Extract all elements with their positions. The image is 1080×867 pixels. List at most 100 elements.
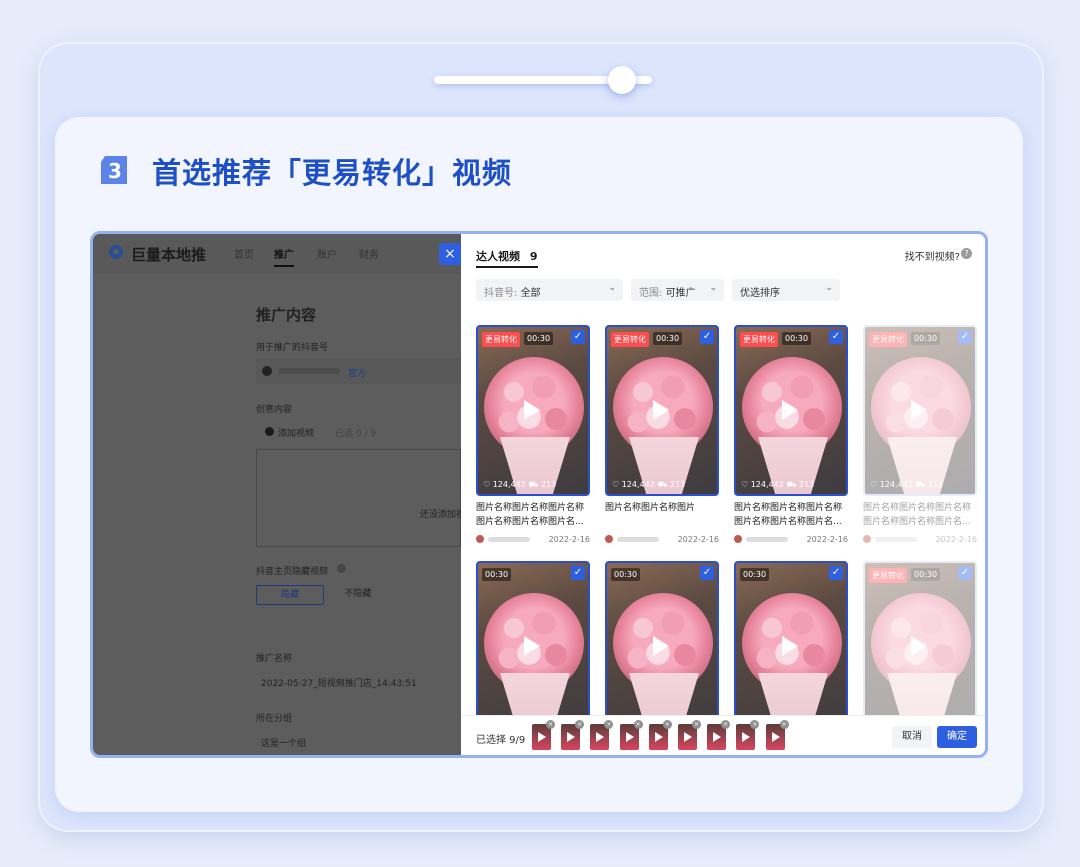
filter-scope[interactable]: 范围: 可推广 ⌄ (631, 279, 724, 301)
play-icon[interactable] (524, 400, 540, 420)
section-title: 推广内容 (256, 306, 317, 324)
info-icon (337, 564, 346, 573)
video-stats: ♡ 124,442 ⛟ 213 (612, 480, 685, 490)
checkbox-checked-icon[interactable]: ✓ (571, 566, 585, 580)
douyin-label: 用于推广的抖音号 (256, 343, 329, 353)
cart-icon: ⛟ (915, 480, 926, 489)
background-page: 巨量本地推 首页 推广 账户 财务 × 推广内容 用于推广的抖音号 官方 创意内… (93, 234, 465, 755)
video-thumbnail[interactable]: 更易转化 00:30 ✓ (863, 561, 977, 732)
avatar (605, 535, 613, 543)
help-link[interactable]: 找不到视频? (905, 248, 960, 263)
cart-count: 213 (927, 480, 944, 489)
selected-thumbnail[interactable]: × (532, 720, 555, 750)
video-dropzone[interactable]: 还没添加视 (256, 449, 465, 547)
tab-count: 9 (529, 250, 538, 263)
checkbox-checked-icon[interactable]: ✓ (700, 330, 714, 344)
remove-icon[interactable]: × (575, 720, 585, 729)
video-stats: ♡ 124,442 ⛟ 213 (741, 480, 814, 490)
remove-icon[interactable]: × (779, 720, 789, 729)
nav-item-promote[interactable]: 推广 (274, 246, 294, 261)
selected-thumbnail[interactable]: × (736, 720, 760, 750)
close-icon[interactable]: × (439, 243, 461, 265)
slider-knob[interactable] (608, 66, 636, 94)
play-icon[interactable] (782, 636, 798, 656)
selected-count: 已选 0 / 9 (335, 429, 377, 439)
filter-douyin-account[interactable]: 抖音号: 全部 ⌄ (476, 279, 623, 301)
video-thumbnail[interactable]: 更易转化 00:30 ✓ ♡ 124,442 ⛟ 213 (863, 325, 977, 496)
remove-icon[interactable]: × (546, 720, 555, 729)
video-thumbnail[interactable]: 更易转化 00:30 ✓ ♡ 124,442 ⛟ 213 (605, 325, 719, 496)
play-icon[interactable] (782, 400, 798, 420)
selected-thumbnail[interactable]: × (590, 720, 614, 750)
play-icon (625, 732, 634, 742)
remove-icon[interactable]: × (604, 720, 614, 729)
checkbox-checked-icon[interactable]: ✓ (700, 566, 714, 580)
cart-icon: ⛟ (528, 480, 539, 489)
checkbox-checked-icon[interactable]: ✓ (958, 330, 972, 344)
duration-badge: 00:30 (740, 568, 770, 581)
checkbox-checked-icon[interactable]: ✓ (571, 330, 585, 344)
video-stats: ♡ 124,442 ⛟ 213 (483, 480, 556, 490)
author-name-blurred (746, 537, 788, 542)
likes-count: 124,442 (621, 480, 655, 489)
checkbox-checked-icon[interactable]: ✓ (958, 566, 972, 580)
video-thumbnail[interactable]: 00:30 ✓ (605, 561, 719, 732)
confirm-button[interactable]: 确定 (937, 726, 977, 748)
group-input[interactable]: 这是一个组 (261, 736, 306, 749)
selected-thumbnail[interactable]: × (648, 720, 672, 750)
name-input[interactable]: 2022-05-27_短视频推门店_14:43:51 (261, 676, 417, 689)
tab-creator-videos[interactable]: 达人视频 9 (476, 248, 538, 264)
play-icon (567, 732, 576, 742)
remove-icon[interactable]: × (721, 720, 731, 729)
selected-thumbnail[interactable]: × (707, 720, 731, 750)
play-icon[interactable] (911, 636, 927, 656)
duration-badge: 00:30 (911, 332, 941, 345)
nav-item-account[interactable]: 账户 (317, 246, 337, 261)
hide-option-show[interactable]: 不隐藏 (324, 585, 392, 605)
remove-icon[interactable]: × (750, 720, 760, 729)
video-thumbnail[interactable]: 00:30 ✓ (476, 561, 590, 732)
play-icon[interactable] (911, 400, 927, 420)
video-thumbnail[interactable]: 更易转化 00:30 ✓ ♡ 124,442 ⛟ 213 (734, 325, 848, 496)
duration-badge: 00:30 (524, 332, 554, 345)
page-title: 首选推荐「更易转化」视频 (152, 156, 513, 190)
question-icon[interactable]: ? (961, 248, 972, 259)
play-icon[interactable] (653, 636, 669, 656)
play-icon (771, 732, 780, 742)
add-video-button[interactable]: 添加视频 (278, 426, 314, 439)
remove-icon[interactable]: × (662, 720, 672, 729)
play-icon[interactable] (524, 636, 540, 656)
avatar (863, 535, 871, 543)
account-name-blurred (278, 368, 340, 374)
selected-thumbnail[interactable]: × (765, 720, 789, 750)
video-meta: 2022-2-16 (863, 535, 977, 545)
duration-badge: 00:30 (782, 332, 812, 345)
filter-sort[interactable]: 优选排序 ⌄ (732, 279, 840, 301)
nav-item-home[interactable]: 首页 (234, 246, 254, 261)
video-thumbnail[interactable]: 00:30 ✓ (734, 561, 848, 732)
selected-thumbnail[interactable]: × (561, 720, 585, 750)
convert-tag-badge: 更易转化 (482, 332, 520, 347)
nav-item-finance[interactable]: 财务 (359, 246, 379, 261)
selected-thumbnail[interactable]: × (619, 720, 643, 750)
play-icon (742, 732, 751, 742)
remove-icon[interactable]: × (633, 720, 643, 729)
video-thumbnail[interactable]: 更易转化 00:30 ✓ ♡ 124,442 ⛟ 213 (476, 325, 590, 496)
step-number-icon: 3 (101, 156, 127, 184)
filter-label: 范围: (639, 288, 663, 299)
likes-count: 124,442 (492, 480, 526, 489)
play-icon (654, 732, 663, 742)
cancel-button[interactable]: 取消 (892, 726, 932, 748)
chevron-down-icon: ⌄ (608, 283, 616, 293)
tab-active-indicator (476, 266, 538, 268)
heart-icon: ♡ (483, 480, 491, 489)
remove-icon[interactable]: × (692, 720, 701, 729)
convert-tag-badge: 更易转化 (740, 332, 778, 347)
douyin-account-field[interactable]: 官方 (256, 358, 461, 384)
checkbox-checked-icon[interactable]: ✓ (829, 330, 843, 344)
top-nav-bar: 巨量本地推 首页 推广 账户 财务 (93, 234, 461, 274)
hide-option-hide[interactable]: 隐藏 (256, 585, 324, 605)
play-icon[interactable] (653, 400, 669, 420)
selected-thumbnail[interactable]: × (678, 720, 701, 750)
checkbox-checked-icon[interactable]: ✓ (829, 566, 843, 580)
